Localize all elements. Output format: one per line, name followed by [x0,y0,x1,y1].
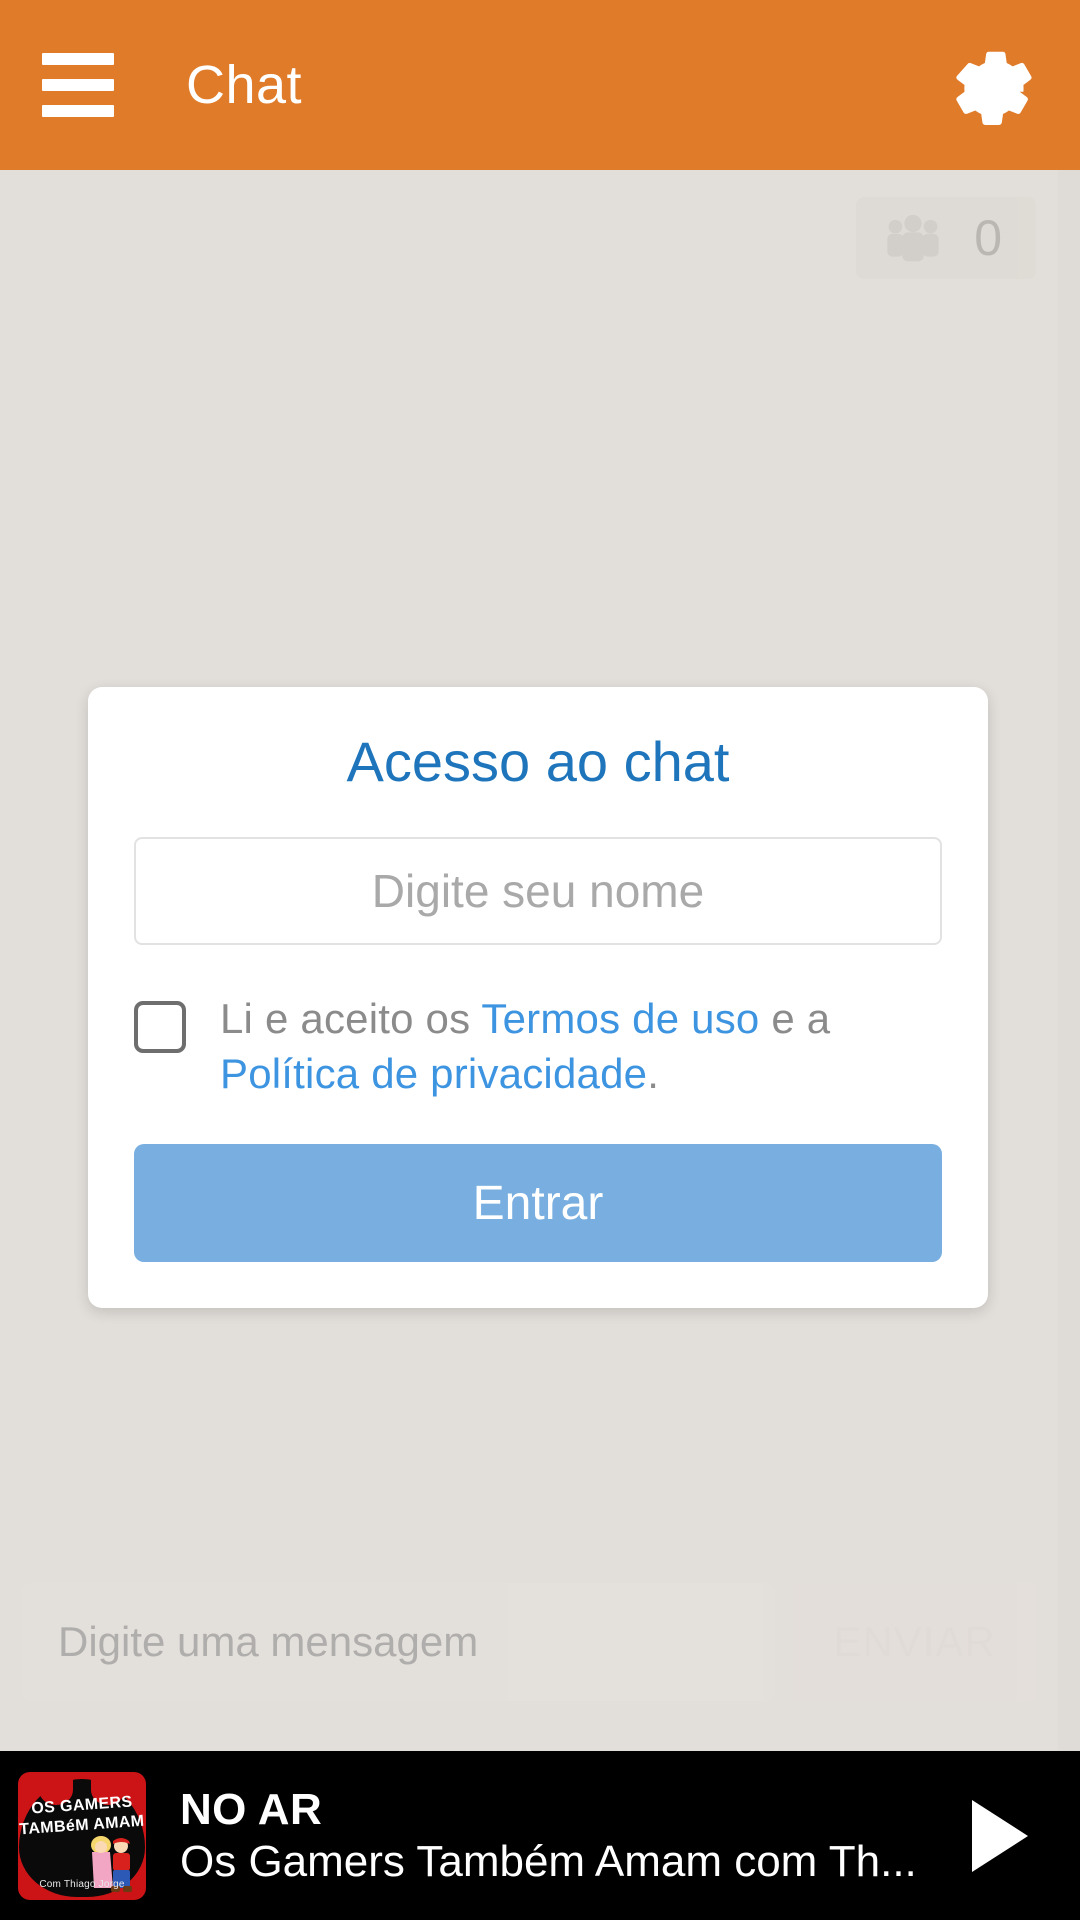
message-compose-bar: ENVIAR [0,1581,1058,1703]
terms-text: Li e aceito os Termos de uso e a Polític… [220,991,942,1103]
menu-bar-1 [42,53,114,65]
people-count-value: 0 [974,210,1002,266]
player-text-block: NO AR Os Gamers Também Amam com Th... [180,1784,944,1888]
enter-button[interactable]: Entrar [134,1144,942,1263]
page-title: Chat [186,55,303,115]
chat-access-modal: Acesso ao chat Li e aceito os Termos de … [88,687,988,1309]
chat-app-screen: Chat 0 ENVIAR [0,0,1080,1920]
modal-title: Acesso ao chat [346,730,730,793]
privacy-policy-link[interactable]: Política de privacidade [220,1050,647,1097]
name-input[interactable] [134,836,942,945]
menu-bar-2 [42,79,114,91]
audio-player-bar: OS GAMERS TAMBéM AMAM Com Thiago Jorge N… [0,1751,1080,1920]
terms-prefix: Li e aceito os [220,994,482,1042]
gear-icon[interactable] [932,30,1042,140]
play-glyph [972,1799,1028,1872]
people-group-icon [887,214,939,262]
people-count-badge: 0 [856,197,1036,279]
send-button[interactable]: ENVIAR [793,1583,1036,1701]
play-triangle-icon[interactable] [954,1790,1046,1882]
player-status-label: NO AR [180,1784,323,1834]
terms-suffix: . [647,1050,660,1098]
message-input[interactable] [22,1583,775,1701]
player-track-title: Os Gamers Também Amam com Th... [180,1836,917,1886]
terms-of-use-link[interactable]: Termos de uso [481,995,759,1042]
hamburger-menu-icon[interactable] [42,35,142,135]
terms-middle: e a [759,994,831,1042]
album-artwork: OS GAMERS TAMBéM AMAM Com Thiago Jorge [18,1771,146,1900]
app-header: Chat [0,0,1080,170]
artwork-credit: Com Thiago Jorge [39,1878,125,1890]
terms-acceptance-row: Li e aceito os Termos de uso e a Polític… [134,991,942,1103]
terms-checkbox[interactable] [134,1000,186,1053]
menu-bar-3 [42,105,114,117]
